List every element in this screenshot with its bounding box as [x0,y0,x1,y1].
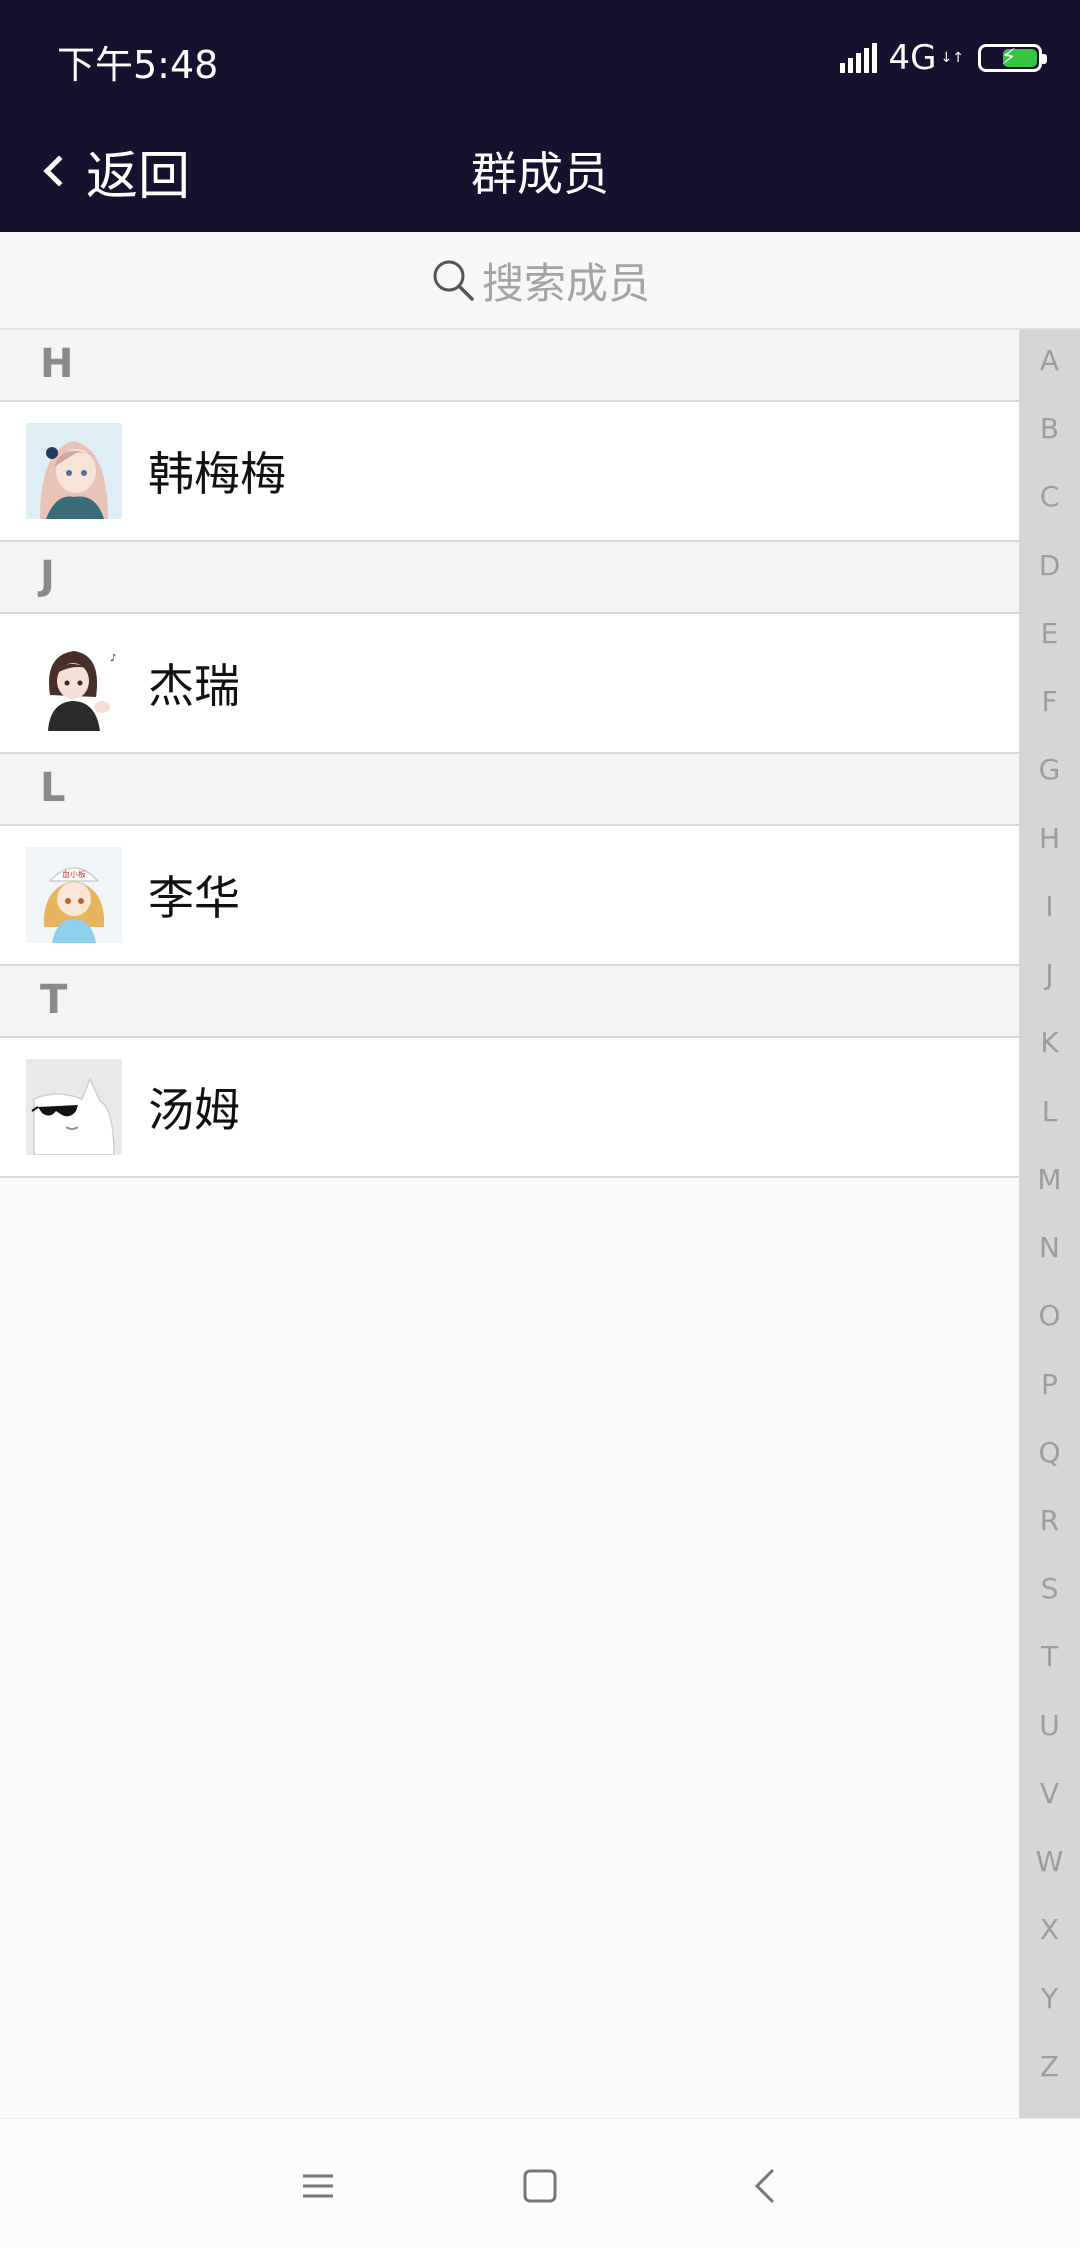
avatar: 血小板 [26,847,122,943]
member-name: 汤姆 [148,1083,240,1137]
member-name: 杰瑞 [148,659,240,713]
member-name: 李华 [148,871,240,925]
nav-bar: 返回 群成员 [0,116,1080,232]
index-letter-c[interactable]: C [1019,480,1080,548]
avatar [26,423,122,519]
network-type: 4G [888,38,937,78]
index-letter-w[interactable]: W [1019,1845,1080,1913]
index-letter-s[interactable]: S [1019,1572,1080,1640]
index-letter-m[interactable]: M [1019,1163,1080,1231]
page-title: 群成员 [471,147,609,201]
index-letter-p[interactable]: P [1019,1368,1080,1436]
signal-icon [837,43,877,73]
svg-text:血小板: 血小板 [62,869,86,879]
search-placeholder: 搜索成员 [481,258,650,308]
index-letter-h[interactable]: H [1019,822,1080,890]
index-letter-t[interactable]: T [1019,1640,1080,1708]
back-icon[interactable] [742,2161,792,2211]
index-letter-f[interactable]: F [1019,685,1080,753]
index-letter-e[interactable]: E [1019,617,1080,685]
member-row-jierui[interactable]: ♪ 杰瑞 [0,614,1019,754]
section-header-h: H [0,330,1019,402]
index-letter-y[interactable]: Y [1019,1982,1080,2050]
status-time: 下午5:48 [57,43,219,87]
status-bar: 下午5:48 4G ↓↑ ⚡ [0,0,1080,116]
member-row-hanmeimei[interactable]: 韩梅梅 [0,402,1019,542]
svg-text:♪: ♪ [110,653,116,664]
section-header-j: J [0,542,1019,614]
avatar: ♪ [26,635,122,731]
battery-charging-icon: ⚡ [978,44,1047,72]
alphabet-index-bar[interactable]: ABCDEFGHIJKLMNOPQRSTUVWXYZ [1019,330,1080,2118]
section-header-t: T [0,966,1019,1038]
index-letter-b[interactable]: B [1019,412,1080,480]
index-letter-v[interactable]: V [1019,1777,1080,1845]
index-letter-x[interactable]: X [1019,1913,1080,1981]
home-icon[interactable] [515,2161,565,2211]
index-letter-j[interactable]: J [1019,958,1080,1026]
system-nav-bar [0,2118,1080,2248]
avatar [26,1059,122,1155]
network-activity-icon: ↓↑ [940,50,964,66]
index-letter-a[interactable]: A [1019,344,1080,412]
member-row-lihua[interactable]: 血小板 李华 [0,826,1019,966]
status-icons: 4G ↓↑ ⚡ [837,38,1047,78]
index-letter-g[interactable]: G [1019,753,1080,821]
index-letter-d[interactable]: D [1019,549,1080,617]
menu-icon[interactable] [293,2161,343,2211]
index-letter-z[interactable]: Z [1019,2050,1080,2118]
member-name: 韩梅梅 [148,447,286,501]
index-letter-q[interactable]: Q [1019,1436,1080,1504]
index-letter-u[interactable]: U [1019,1709,1080,1777]
index-letter-k[interactable]: K [1019,1026,1080,1094]
search-icon [433,260,474,301]
member-row-tangmu[interactable]: 汤姆 [0,1038,1019,1178]
section-header-l: L [0,754,1019,826]
search-bar[interactable]: 搜索成员 [0,232,1080,330]
index-letter-l[interactable]: L [1019,1095,1080,1163]
index-letter-o[interactable]: O [1019,1299,1080,1367]
index-letter-i[interactable]: I [1019,890,1080,958]
member-list: H 韩梅梅 J ♪ 杰瑞 L 血小板 李华 T 汤姆 [0,330,1019,1178]
index-letter-r[interactable]: R [1019,1504,1080,1572]
index-letter-n[interactable]: N [1019,1231,1080,1299]
